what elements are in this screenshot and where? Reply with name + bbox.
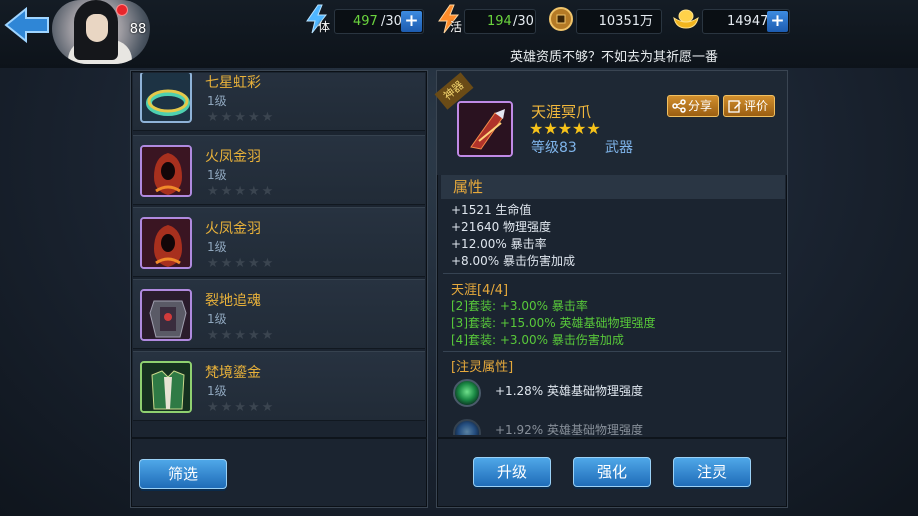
inject-scroll-region: +1.92% 英雄基础物理强度 — [441, 417, 785, 435]
review-button[interactable]: 评价 — [723, 95, 775, 117]
equipment-detail-panel: 神器 天涯冥爪 ★★★★★ 等级83 武器 分享 评价 属性 +1521 生命值… — [434, 70, 788, 508]
vitality-current: 194 — [487, 14, 512, 29]
item-name: 火凤金羽 — [205, 221, 261, 237]
item-stars: ★★★★★ — [207, 256, 276, 271]
item-name: 梵境鎏金 — [205, 365, 261, 381]
inject-attribute-line: +1.92% 英雄基础物理强度 — [495, 423, 643, 435]
bracelet-icon — [140, 73, 192, 123]
stamina-max: /30 — [381, 14, 402, 29]
item-level: 1级 — [207, 240, 227, 254]
attribute-line: +8.00% 暴击伤害加成 — [451, 254, 575, 268]
stamina-current: 497 — [353, 14, 378, 29]
item-stars: ★★★★★ — [207, 328, 276, 343]
spirit-orb-icon — [453, 379, 481, 407]
set-bonus-line: [3]套装: +15.00% 英雄基础物理强度 — [451, 316, 656, 330]
list-item[interactable]: 火凤金羽 1级 ★★★★★ — [133, 207, 425, 277]
phoenix-feather-icon — [140, 217, 192, 269]
item-name: 七星虹彩 — [205, 75, 261, 91]
vitality-max: /30 — [513, 14, 534, 29]
item-level: 1级 — [207, 312, 227, 326]
back-button[interactable] — [4, 6, 52, 44]
item-stars: ★★★★★ — [207, 184, 276, 199]
stamina-label: 体 — [318, 20, 331, 34]
filter-button[interactable]: 筛选 — [139, 459, 227, 489]
coin-amount: 10351万 — [598, 14, 653, 29]
set-bonus-line: [2]套装: +3.00% 暴击率 — [451, 299, 588, 313]
divider — [443, 273, 781, 274]
review-label: 评价 — [744, 99, 769, 113]
set-title: 天涯[4/4] — [451, 283, 509, 298]
item-level: 1级 — [207, 168, 227, 182]
enhance-button[interactable]: 强化 — [573, 457, 651, 487]
inject-title: [注灵属性] — [451, 360, 514, 375]
equipment-list-panel: 七星虹彩 1级 ★★★★★ 火凤金羽 1级 ★★★★★ 火凤金羽 1级 ★★★★… — [130, 70, 428, 508]
item-name: 裂地追魂 — [205, 293, 261, 309]
attribute-line: +1521 生命值 — [451, 203, 532, 217]
list-item[interactable]: 七星虹彩 1级 ★★★★★ — [133, 73, 425, 131]
phoenix-feather-icon — [140, 145, 192, 197]
edit-icon — [728, 100, 741, 113]
attribute-line: +12.00% 暴击率 — [451, 237, 547, 251]
ingot-counter: 14947 + — [702, 9, 790, 34]
item-level: 1级 — [207, 94, 227, 108]
weapon-type: 武器 — [605, 140, 633, 156]
set-bonus-line: [4]套装: +3.00% 暴击伤害加成 — [451, 333, 624, 347]
coin-counter: 10351万 — [576, 9, 662, 34]
detail-header: 神器 天涯冥爪 ★★★★★ 等级83 武器 分享 评价 — [434, 71, 787, 175]
divider — [437, 437, 787, 439]
attribute-line: +21640 物理强度 — [451, 220, 552, 234]
list-item[interactable]: 火凤金羽 1级 ★★★★★ — [133, 135, 425, 205]
robe-icon — [140, 361, 192, 413]
inject-button[interactable]: 注灵 — [673, 457, 751, 487]
equipment-list[interactable]: 七星虹彩 1级 ★★★★★ 火凤金羽 1级 ★★★★★ 火凤金羽 1级 ★★★★… — [133, 73, 425, 435]
share-button[interactable]: 分享 — [667, 95, 719, 117]
divider — [443, 351, 781, 352]
vitality-label: 活 — [450, 20, 463, 34]
gold-ingot-icon — [673, 9, 699, 29]
announcement-marquee: 英雄资质不够？不如去为其祈愿一番 — [510, 50, 719, 65]
ingot-amount: 14947 — [727, 14, 769, 29]
item-stars: ★★★★★ — [207, 400, 276, 415]
item-stars: ★★★★★ — [207, 110, 276, 125]
upgrade-button[interactable]: 升级 — [473, 457, 551, 487]
armor-icon — [140, 289, 192, 341]
vitality-counter: 194 /30 — [464, 9, 536, 34]
share-icon — [672, 99, 686, 113]
share-label: 分享 — [688, 99, 713, 113]
list-item[interactable]: 梵境鎏金 1级 ★★★★★ — [133, 351, 425, 421]
coin-icon — [549, 7, 573, 31]
weapon-stars: ★★★★★ — [529, 119, 601, 138]
inject-attribute-line: +1.28% 英雄基础物理强度 — [495, 384, 643, 398]
add-ingot-button[interactable]: + — [767, 11, 788, 32]
add-stamina-button[interactable]: + — [401, 11, 422, 32]
weapon-level: 等级83 — [531, 140, 577, 156]
divider — [131, 437, 427, 439]
claw-weapon-icon — [457, 101, 513, 157]
spirit-orb-icon — [453, 419, 481, 435]
back-arrow-icon — [4, 6, 49, 44]
item-name: 火凤金羽 — [205, 149, 261, 165]
notification-dot — [116, 4, 128, 16]
top-bar: 88 体 497 /30 + 活 194 /30 10351万 14947 + … — [0, 0, 918, 68]
list-item[interactable]: 裂地追魂 1级 ★★★★★ — [133, 279, 425, 349]
attributes-header: 属性 — [441, 175, 785, 199]
player-level: 88 — [129, 22, 147, 37]
stamina-counter: 497 /30 + — [334, 9, 424, 34]
item-level: 1级 — [207, 384, 227, 398]
